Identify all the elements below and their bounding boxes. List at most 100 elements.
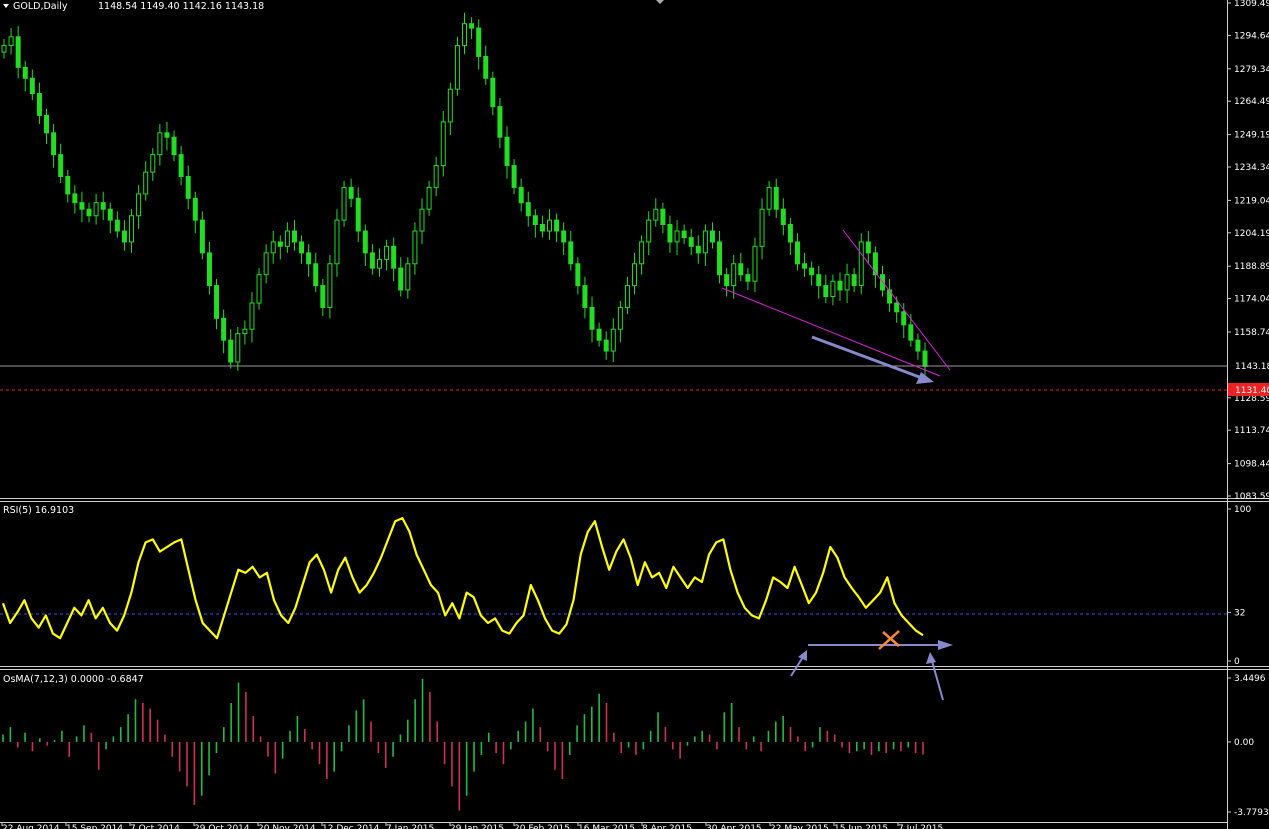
candle-body xyxy=(270,241,276,254)
price-tick-label: 1188.89 xyxy=(1234,262,1269,272)
time-tick-label: 20 Nov 2014 xyxy=(258,824,316,829)
candle-body xyxy=(695,245,701,254)
candle-body xyxy=(121,230,127,243)
candle-body xyxy=(114,219,120,232)
time-tick-label: 22 May 2015 xyxy=(770,824,829,829)
candle-body xyxy=(908,324,914,341)
candle-body xyxy=(568,241,574,265)
candle-body xyxy=(532,215,538,225)
price-tick-label: 1083.59 xyxy=(1234,492,1269,502)
candle-body xyxy=(214,285,220,319)
candle-body xyxy=(787,223,793,243)
time-tick-label: 29 Jan 2015 xyxy=(450,824,504,829)
candle-body xyxy=(242,328,248,335)
time-tick-label: 8 Apr 2015 xyxy=(642,824,692,829)
candle-body xyxy=(547,219,553,232)
candle-body xyxy=(667,223,673,243)
candle-body xyxy=(65,175,71,195)
osma-tick-label: 3.4496 xyxy=(1234,674,1266,684)
price-tick-label: 1158.74 xyxy=(1234,328,1269,338)
candle-body xyxy=(816,274,822,287)
candle-body xyxy=(306,252,312,265)
candle-body xyxy=(490,77,496,108)
red-level-box: 1131.40 xyxy=(1228,383,1269,396)
price-tick-label: 1204.19 xyxy=(1234,229,1269,239)
candle-body xyxy=(702,230,708,254)
price-tick-label: 1174.04 xyxy=(1234,295,1269,305)
candle-body xyxy=(58,154,64,177)
time-tick-label: 15 Sep 2014 xyxy=(66,824,123,829)
osma-tick-label: -3.7793 xyxy=(1234,808,1269,818)
candle-body xyxy=(44,114,50,134)
current-price-box: 1143.18 xyxy=(1228,359,1269,372)
osma-title: OsMA(7,12,3) 0.0000 -0.6847 xyxy=(3,674,144,685)
candle-body xyxy=(86,208,92,217)
candle-body xyxy=(731,263,737,287)
candle-body xyxy=(745,274,751,282)
candle-body xyxy=(72,193,78,204)
candle-body xyxy=(653,208,659,221)
price-tick-label: 1279.34 xyxy=(1234,65,1269,75)
osma-tick-label: 0.00 xyxy=(1234,738,1254,748)
candle-body xyxy=(646,219,652,243)
candle-body xyxy=(709,230,715,243)
candle-body xyxy=(320,285,326,308)
candle-body xyxy=(221,317,227,341)
candle-body xyxy=(469,23,475,29)
candle-body xyxy=(688,237,694,247)
candle-body xyxy=(717,241,723,276)
candle-body xyxy=(802,263,808,269)
candle-body xyxy=(277,241,283,247)
time-tick-label: 20 Feb 2015 xyxy=(514,824,570,829)
candle-body xyxy=(865,241,871,254)
candle-body xyxy=(398,267,404,291)
ohlc-label: 1148.54 1149.40 1142.16 1143.18 xyxy=(98,1,264,12)
candle-body xyxy=(405,263,411,291)
candle-body xyxy=(851,274,857,287)
candle-body xyxy=(589,306,595,330)
candle-body xyxy=(504,136,510,167)
rsi-tick-label: 100 xyxy=(1234,505,1251,515)
candle-body xyxy=(561,230,567,243)
candle-body xyxy=(624,285,630,308)
candle-body xyxy=(525,202,531,217)
candle-body xyxy=(922,350,928,367)
candle-body xyxy=(632,263,638,287)
candle-body xyxy=(462,23,467,47)
candle-body xyxy=(355,197,361,232)
candle-body xyxy=(79,202,85,210)
candle-body xyxy=(341,186,347,221)
candle-body xyxy=(313,263,319,287)
candle-body xyxy=(391,245,397,269)
candle-body xyxy=(752,245,758,282)
candle-body xyxy=(185,175,191,199)
price-tick-label: 1294.64 xyxy=(1234,31,1269,41)
candle-body xyxy=(476,27,482,57)
candle-body xyxy=(178,154,184,177)
candle-body xyxy=(894,302,900,313)
candle-body xyxy=(129,215,135,243)
candle-body xyxy=(8,36,14,47)
candle-body xyxy=(539,223,545,232)
candle-body xyxy=(419,208,425,232)
time-tick-label: 7 Jan 2015 xyxy=(386,824,434,829)
candle-body xyxy=(384,245,390,260)
candle-body xyxy=(15,36,21,68)
candle-body xyxy=(915,339,921,352)
candle-body xyxy=(610,328,616,352)
candle-body xyxy=(164,132,170,138)
candle-body xyxy=(334,219,340,265)
candle-body xyxy=(759,208,765,247)
time-tick-label: 16 Mar 2015 xyxy=(578,824,635,829)
time-tick-label: 7 Jul 2015 xyxy=(898,824,943,829)
time-tick-label: 22 Aug 2014 xyxy=(2,824,60,829)
candle-body xyxy=(681,230,687,239)
rsi-tick-label: 0 xyxy=(1234,657,1240,667)
candle-body xyxy=(518,186,524,204)
candle-body xyxy=(171,136,177,156)
candle-body xyxy=(844,274,850,291)
candle-body xyxy=(107,208,113,221)
candle-body xyxy=(674,230,680,243)
time-tick-label: 30 Apr 2015 xyxy=(706,824,762,829)
candle-body xyxy=(199,219,205,254)
